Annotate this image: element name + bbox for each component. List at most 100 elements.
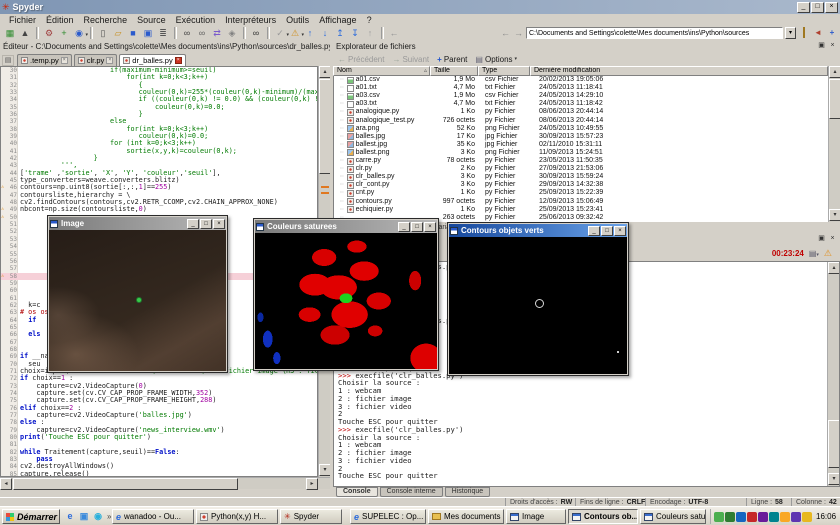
maximize-icon[interactable]: □ bbox=[411, 222, 423, 232]
column-header-3[interactable]: Dernière modification bbox=[530, 66, 828, 76]
warnings-list-icon[interactable]: ⚠▾ bbox=[288, 27, 302, 40]
prev-cursor-icon[interactable]: ↥ bbox=[333, 27, 347, 40]
menu-item-0[interactable]: Fichier bbox=[4, 15, 41, 25]
file-row-12[interactable]: ┄clr_balles.py3 Kopy Fichier30/09/2013 1… bbox=[334, 173, 828, 181]
file-row-2[interactable]: ┄a03.csv1,9 Mocsv Fichier24/05/2013 14:2… bbox=[334, 92, 828, 100]
internet-explorer-quicklaunch-icon[interactable]: e bbox=[64, 510, 76, 523]
image-window-titlebar[interactable]: Image _ □ × bbox=[49, 217, 226, 230]
console-tab-1[interactable]: Console interne bbox=[380, 487, 443, 497]
explorer-close-icon[interactable]: × bbox=[828, 41, 837, 51]
scroll-right-icon[interactable]: ▸ bbox=[306, 478, 318, 490]
file-row-10[interactable]: ┄carre.py78 octetspy Fichier23/05/2013 1… bbox=[334, 157, 828, 165]
tray-icon-3[interactable] bbox=[747, 512, 757, 522]
open-file-icon[interactable]: ▱ bbox=[111, 27, 125, 40]
opencv-green-contours-window[interactable]: Contours objets verts _ □ × bbox=[447, 222, 629, 376]
tray-icon-6[interactable] bbox=[780, 512, 790, 522]
menu-item-4[interactable]: Exécution bbox=[171, 15, 221, 25]
tray-icon-7[interactable] bbox=[791, 512, 801, 522]
console-undock-icon[interactable]: ▣ bbox=[817, 234, 826, 244]
browse-tabs-icon[interactable]: ▤ bbox=[2, 55, 14, 66]
find-icon[interactable]: ∞ bbox=[180, 27, 194, 40]
explorer-pane-header[interactable]: Explorateur de fichiers ▣ × bbox=[333, 40, 840, 52]
scrollbar-thumb[interactable] bbox=[13, 478, 238, 490]
address-dropdown-icon[interactable]: ▾ bbox=[785, 27, 796, 39]
add-path-icon[interactable]: + bbox=[57, 27, 71, 40]
set-console-dir-icon[interactable]: ◄ bbox=[812, 27, 824, 39]
find-symbols-icon[interactable]: ∞ bbox=[249, 27, 263, 40]
run-settings-icon[interactable]: ◉▾ bbox=[72, 27, 86, 40]
file-row-1[interactable]: ┄a01.txt4,7 Motxt Fichier24/05/2013 11:1… bbox=[334, 84, 828, 92]
file-row-4[interactable]: ┄analogique.py1 Kopy Fichier08/06/2013 2… bbox=[334, 108, 828, 116]
close-icon[interactable]: × bbox=[213, 219, 225, 229]
tray-icon-8[interactable] bbox=[802, 512, 812, 522]
menu-item-6[interactable]: Outils bbox=[281, 15, 314, 25]
spyder-logo-icon[interactable]: ▲ bbox=[18, 27, 32, 40]
contours-window-titlebar[interactable]: Contours objets verts _ □ × bbox=[449, 224, 627, 237]
taskbar-button-5[interactable]: Image bbox=[506, 509, 566, 524]
file-row-0[interactable]: ┄a01.csv1,9 Mocsv Fichier20/02/2013 19:0… bbox=[334, 76, 828, 84]
menu-item-7[interactable]: Affichage bbox=[314, 15, 361, 25]
file-row-16[interactable]: ┄echiquier.py1 Kopy Fichier25/09/2013 15… bbox=[334, 206, 828, 214]
tools-icon[interactable]: ⚙ bbox=[42, 27, 56, 40]
menu-item-5[interactable]: Interpréteurs bbox=[220, 15, 281, 25]
file-row-7[interactable]: ┄balles.jpg17 Kojpg Fichier30/09/2013 15… bbox=[334, 133, 828, 141]
address-forward-icon[interactable]: → bbox=[513, 28, 524, 38]
address-back-icon[interactable]: ← bbox=[500, 28, 511, 38]
save-icon[interactable]: ■ bbox=[126, 27, 140, 40]
file-row-9[interactable]: ┄ballest.png3 Kopng Fichier11/09/2013 15… bbox=[334, 149, 828, 157]
code-line-80[interactable]: 80print('Touche ESC pour quitter') bbox=[1, 434, 317, 441]
column-header-2[interactable]: Type bbox=[478, 66, 530, 76]
scroll-left-icon[interactable]: ◂ bbox=[0, 478, 12, 490]
save-all-icon[interactable]: ▣ bbox=[141, 27, 155, 40]
find-in-files-icon[interactable]: ∞ bbox=[195, 27, 209, 40]
file-row-11[interactable]: ┄clr.py2 Kopy Fichier27/09/2013 21:53:06 bbox=[334, 165, 828, 173]
console-tab-0[interactable]: Console bbox=[336, 487, 378, 497]
show-desktop-quicklaunch-icon[interactable]: ▣ bbox=[78, 510, 90, 523]
console-tab-2[interactable]: Historique bbox=[445, 487, 491, 497]
code-line-49[interactable]: ⚠49nbcont=np.size(contoursliste,0) bbox=[1, 206, 317, 213]
title-bar[interactable]: ✳ Spyder _ □ × bbox=[0, 0, 840, 14]
minimize-icon[interactable]: _ bbox=[797, 2, 810, 13]
file-row-5[interactable]: ┄analogique_test.py726 octetspy Fichier0… bbox=[334, 117, 828, 125]
explorer-toolbar-button-3[interactable]: ▤Options▾ bbox=[475, 55, 517, 64]
tray-icon-1[interactable] bbox=[725, 512, 735, 522]
scroll-up-icon[interactable]: ▴ bbox=[829, 66, 840, 78]
tab-close-icon[interactable]: × bbox=[61, 57, 68, 64]
maximize-icon[interactable]: □ bbox=[200, 219, 212, 229]
menu-item-2[interactable]: Recherche bbox=[79, 15, 133, 25]
editor-horizontal-scrollbar[interactable]: ◂ ▸ bbox=[0, 477, 330, 489]
taskbar-button-2[interactable]: ✳Spyder bbox=[280, 509, 342, 524]
tray-icon-2[interactable] bbox=[736, 512, 746, 522]
restore-icon[interactable]: □ bbox=[811, 2, 824, 13]
close-icon[interactable]: × bbox=[424, 222, 436, 232]
taskbar-button-4[interactable]: Mes documents bbox=[428, 509, 504, 524]
column-header-1[interactable]: Taille bbox=[430, 66, 478, 76]
taskbar-button-3[interactable]: eSUPELEC : Op... bbox=[350, 509, 426, 524]
explorer-scrollbar[interactable]: ▴ ▾ bbox=[828, 66, 840, 222]
editor-pane-header[interactable]: Éditeur - C:\Documents and Settings\cole… bbox=[0, 40, 330, 52]
tab-close-icon[interactable]: × bbox=[106, 57, 113, 64]
explorer-toolbar-button-2[interactable]: +Parent bbox=[437, 55, 467, 64]
todo-list-icon[interactable]: ✓▾ bbox=[273, 27, 287, 40]
menu-item-3[interactable]: Source bbox=[132, 15, 171, 25]
tray-icon-5[interactable] bbox=[769, 512, 779, 522]
back-icon[interactable]: ← bbox=[387, 27, 401, 40]
column-header-0[interactable]: Nom▵ bbox=[333, 66, 430, 76]
file-row-15[interactable]: ┄contours.py997 octetspy Fichier12/09/20… bbox=[334, 198, 828, 206]
next-cursor-icon[interactable]: ↧ bbox=[348, 27, 362, 40]
new-file-icon[interactable]: ▯ bbox=[96, 27, 110, 40]
taskbar-button-7[interactable]: Couleurs satur... bbox=[640, 509, 706, 524]
quicklaunch-overflow-icon[interactable]: » bbox=[107, 512, 111, 521]
print-icon[interactable]: ≣ bbox=[156, 27, 170, 40]
start-button[interactable]: Démarrer bbox=[2, 509, 60, 524]
scroll-down-icon[interactable]: ▾ bbox=[829, 209, 840, 221]
minimize-icon[interactable]: _ bbox=[398, 222, 410, 232]
explorer-undock-icon[interactable]: ▣ bbox=[817, 41, 826, 51]
close-icon[interactable]: × bbox=[614, 226, 626, 236]
console-scrollbar[interactable]: ▴ ▾ bbox=[827, 262, 839, 486]
replace-icon[interactable]: ⇄ bbox=[210, 27, 224, 40]
file-row-8[interactable]: ┄ballest.jpg35 Kojpg Fichier02/11/2010 1… bbox=[334, 141, 828, 149]
console-options-icon[interactable]: ▤▾ bbox=[809, 249, 819, 258]
working-directory-input[interactable]: C:\Documents and Settings\colette\Mes do… bbox=[526, 27, 783, 39]
opencv-image-window[interactable]: Image _ □ × bbox=[47, 215, 228, 373]
